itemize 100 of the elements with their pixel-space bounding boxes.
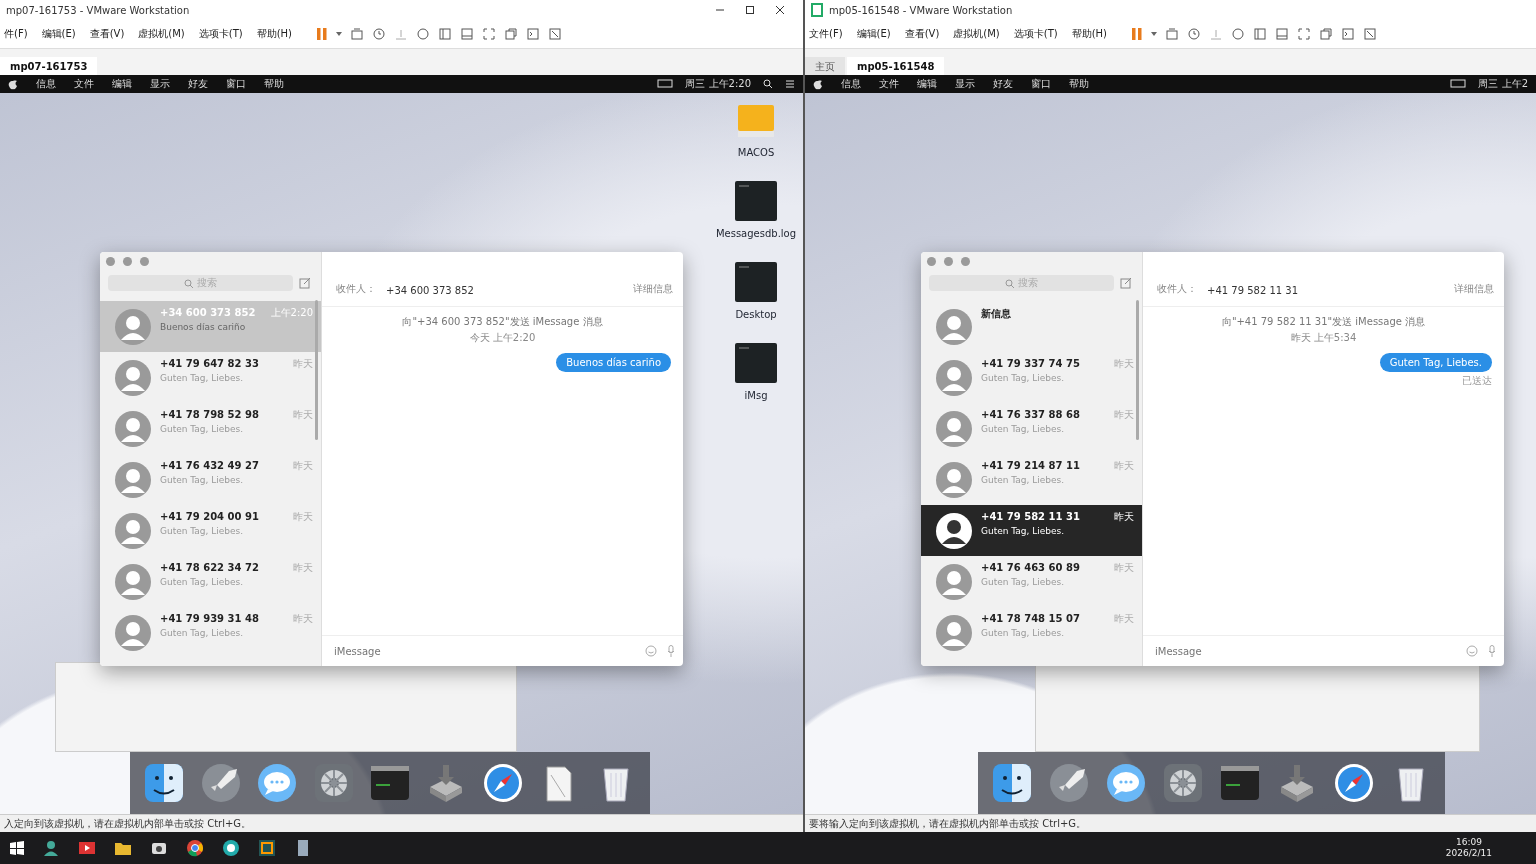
menu-item[interactable]: 文件 — [879, 77, 899, 91]
menu-item[interactable]: 选项卡(T) — [198, 27, 243, 41]
fullscreen-icon[interactable] — [1297, 27, 1312, 41]
menu-item[interactable]: 虚拟机(M) — [138, 27, 185, 41]
terminal-document-icon[interactable] — [734, 180, 778, 222]
window-light[interactable] — [123, 257, 132, 266]
menu-item[interactable]: 文件 — [74, 77, 94, 91]
display-icon[interactable] — [657, 79, 674, 89]
file-name[interactable]: Desktop — [735, 309, 777, 320]
stretch-icon[interactable] — [1363, 27, 1378, 41]
menu-item[interactable]: 帮助(H) — [256, 27, 293, 41]
menu-item[interactable]: 文件(F) — [809, 27, 843, 41]
window-light[interactable] — [106, 257, 115, 266]
caret-icon[interactable] — [1151, 32, 1158, 36]
taskbar-clock[interactable]: 16:09 2026/2/11 — [1445, 837, 1492, 859]
windows-icon[interactable] — [10, 841, 24, 855]
details-link[interactable]: 详细信息 — [1454, 282, 1494, 296]
pause-icon[interactable] — [1131, 27, 1144, 41]
send-keys-icon[interactable] — [1165, 27, 1180, 41]
menu-item[interactable]: 窗口 — [226, 77, 246, 91]
tab[interactable]: mp05-161548 — [847, 57, 945, 75]
compose-icon[interactable] — [299, 277, 311, 289]
menu-item[interactable]: 显示 — [955, 77, 975, 91]
menu-item[interactable]: 好友 — [993, 77, 1013, 91]
menu-item[interactable]: 编辑 — [917, 77, 937, 91]
search-icon[interactable] — [763, 79, 773, 89]
menu-item[interactable]: 查看(V) — [89, 27, 125, 41]
tab[interactable]: 主页 — [805, 57, 845, 75]
menu-item[interactable]: 信息 — [841, 77, 861, 91]
window-light[interactable] — [944, 257, 953, 266]
menu-item[interactable]: 窗口 — [1031, 77, 1051, 91]
message-preview: Guten Tag, Liebes. — [160, 424, 245, 434]
clock-icon[interactable] — [1187, 27, 1202, 41]
contact-name: +41 79 337 74 75 — [981, 358, 1081, 369]
compose-icon[interactable] — [1120, 277, 1132, 289]
terminal-document-icon[interactable] — [734, 261, 778, 303]
apple-icon[interactable] — [8, 78, 18, 90]
person-icon[interactable] — [42, 839, 60, 857]
panel-icon[interactable] — [1253, 27, 1268, 41]
menu-item[interactable]: 帮助 — [1069, 77, 1089, 91]
window-light[interactable] — [927, 257, 936, 266]
list-icon[interactable] — [785, 79, 795, 89]
microphone-icon[interactable] — [1488, 645, 1496, 657]
message-preview: Guten Tag, Liebes. — [981, 424, 1066, 434]
window-light[interactable] — [140, 257, 149, 266]
menu-item[interactable]: 好友 — [188, 77, 208, 91]
menu-item[interactable]: 件(F) — [4, 27, 28, 41]
tab[interactable]: mp07-161753 — [0, 57, 98, 75]
avatar-icon — [935, 409, 973, 448]
menu-item[interactable]: 编辑(E) — [41, 27, 76, 41]
message-preview: Guten Tag, Liebes. — [160, 373, 245, 383]
menu-item[interactable]: 信息 — [36, 77, 56, 91]
window-light[interactable] — [961, 257, 970, 266]
panel-icon[interactable] — [1275, 27, 1290, 41]
conversation-row[interactable]: +41 79 582 11 31 Guten Tag, Liebes. 昨天 — [921, 505, 1142, 556]
menu-item[interactable]: 编辑(E) — [856, 27, 891, 41]
globe-icon[interactable] — [222, 839, 240, 857]
console-icon[interactable] — [526, 27, 541, 41]
panel-icon[interactable] — [438, 27, 453, 41]
stretch-icon[interactable] — [548, 27, 563, 41]
menu-item[interactable]: 编辑 — [112, 77, 132, 91]
clock-icon[interactable] — [372, 27, 387, 41]
chrome-icon[interactable] — [186, 839, 204, 857]
message-preview: Buenos días cariño — [160, 322, 247, 332]
fullscreen-icon[interactable] — [482, 27, 497, 41]
menu-clock[interactable]: 周三 上午2:20 — [685, 77, 751, 91]
menu-item[interactable]: 显示 — [150, 77, 170, 91]
maximize-icon[interactable] — [745, 5, 755, 15]
terminal-document-icon[interactable] — [734, 342, 778, 384]
menu-item[interactable]: 帮助(H) — [1071, 27, 1108, 41]
window-icon[interactable] — [504, 27, 519, 41]
video-icon[interactable] — [78, 839, 96, 857]
close-icon[interactable] — [775, 5, 785, 15]
microphone-icon[interactable] — [667, 645, 675, 657]
menu-clock[interactable]: 周三 上午2 — [1478, 77, 1528, 91]
window-icon[interactable] — [1319, 27, 1334, 41]
window-title: mp07-161753 - VMware Workstation — [6, 4, 190, 16]
menu-item[interactable]: 帮助 — [264, 77, 284, 91]
send-keys-icon[interactable] — [350, 27, 365, 41]
display-icon[interactable] — [1450, 79, 1467, 89]
panel-icon[interactable] — [460, 27, 475, 41]
menu-item[interactable]: 虚拟机(M) — [953, 27, 1000, 41]
vm-icon[interactable] — [258, 839, 276, 857]
file-name[interactable]: MACOS — [737, 147, 775, 158]
avatar-icon — [935, 562, 973, 601]
conversation-row[interactable]: 新信息 — [921, 301, 1142, 352]
menu-item[interactable]: 选项卡(T) — [1013, 27, 1058, 41]
message-input[interactable]: iMessage — [332, 640, 635, 662]
message-input[interactable]: iMessage — [1153, 640, 1456, 662]
details-link[interactable]: 详细信息 — [633, 282, 673, 296]
apple-icon[interactable] — [813, 78, 823, 90]
clock-date: 2026/2/11 — [1445, 848, 1492, 859]
console-icon[interactable] — [1341, 27, 1356, 41]
file-name[interactable]: iMsg — [744, 390, 768, 401]
message-preview: Guten Tag, Liebes. — [981, 526, 1066, 536]
menu-item[interactable]: 查看(V) — [904, 27, 940, 41]
pause-icon[interactable] — [316, 27, 329, 41]
file-name[interactable]: Messagesdb.log — [715, 228, 797, 239]
caret-icon[interactable] — [336, 32, 343, 36]
message-preview: Guten Tag, Liebes. — [160, 577, 245, 587]
